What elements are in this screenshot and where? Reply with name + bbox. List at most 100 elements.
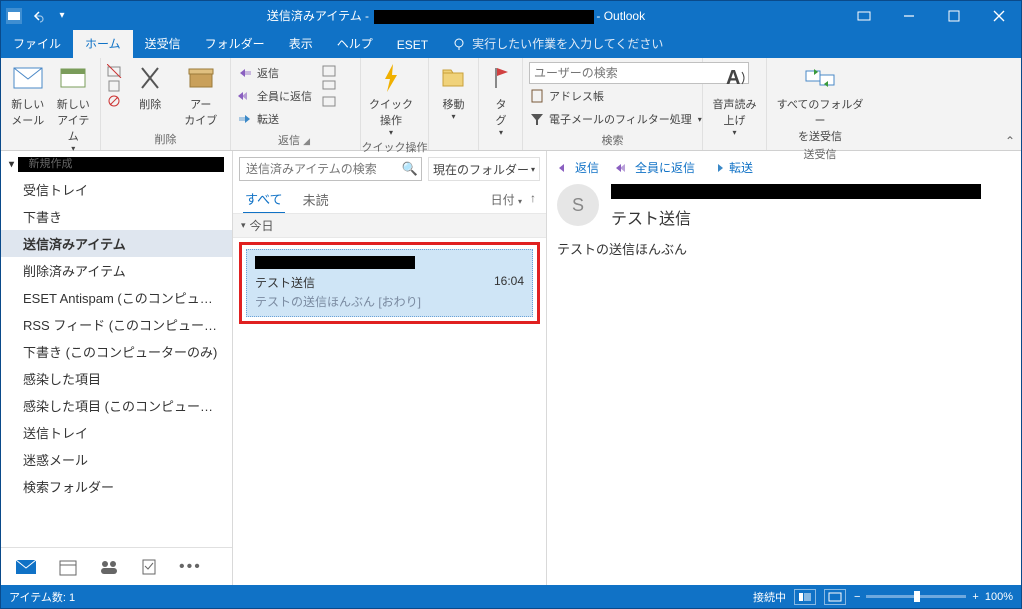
filter-unread[interactable]: 未読 [301,186,331,213]
reply-all-icon [615,162,631,174]
view-reading-icon[interactable] [824,589,846,605]
folder-item[interactable]: 受信トレイ [1,176,232,203]
zoom-control: − + 100% [854,591,1013,603]
folder-item[interactable]: ESET Antispam (このコンピュータ… [1,284,232,311]
svg-text:A: A [726,67,740,89]
cleanup-icon[interactable] [107,79,123,93]
group-tags: タ グ▾ [479,58,523,150]
zoom-in-button[interactable]: + [972,591,978,603]
ignore-icon[interactable] [107,64,123,78]
forward-button[interactable]: 転送 [237,108,312,130]
folder-item[interactable]: RSS フィード (このコンピューターのみ) [1,311,232,338]
folder-item[interactable]: 下書き [1,203,232,230]
message-search-input[interactable] [239,157,422,181]
folder-item[interactable]: 下書き (このコンピューターのみ) [1,338,232,365]
group-find-label: 検索 [523,130,702,151]
group-sendreceive: すべてのフォルダー を送受信 送受信 [767,58,873,150]
im-icon[interactable] [322,79,338,93]
tab-help[interactable]: ヘルプ [325,30,385,58]
meeting-icon[interactable] [322,64,338,78]
status-item-count: アイテム数: 1 [9,589,75,605]
archive-button[interactable]: アー カイブ [178,62,225,128]
group-move: 移動▾ [429,58,479,150]
sort-direction-icon[interactable]: ↑ [530,191,536,208]
tab-file[interactable]: ファイル [1,30,73,58]
nav-calendar-icon[interactable] [59,558,77,576]
address-book-icon [529,88,545,104]
tab-sendreceive[interactable]: 送受信 [133,30,193,58]
minimize-button[interactable] [886,1,931,30]
nav-people-icon[interactable] [99,559,119,575]
read-subject: テスト送信 [611,205,981,229]
folder-item[interactable]: 送信トレイ [1,419,232,446]
read-aloud-button[interactable]: A音声読み 上げ▾ [709,62,760,137]
nav-more-icon[interactable]: ••• [179,558,202,576]
titlebar: ▾ 送信済みアイテム - - Outlook [1,1,1021,30]
ribbon-display-button[interactable] [841,1,886,30]
search-icon[interactable]: 🔍 [402,161,418,177]
quick-action-button[interactable]: クイック 操作▾ [367,62,415,137]
folder-move-icon [438,62,470,94]
folder-item[interactable]: 感染した項目 (このコンピューターのみ) [1,392,232,419]
close-button[interactable] [976,1,1021,30]
account-redacted [374,10,594,24]
more-respond-icon[interactable] [322,94,338,108]
folder-item[interactable]: 迷惑メール [1,446,232,473]
dialog-launcher-icon[interactable]: ◢ [303,136,313,146]
group-respond: 返信 全員に返信 転送 返信 ◢ [231,58,361,150]
zoom-out-button[interactable]: − [854,591,860,603]
reply-all-button[interactable]: 全員に返信 [237,85,312,107]
folder-list: 受信トレイ下書き送信済みアイテム削除済みアイテムESET Antispam (こ… [1,176,232,547]
group-new: 新しい メール 新しい アイテム▾ 新規作成 [1,58,101,150]
tab-home[interactable]: ホーム [73,30,133,58]
group-respond-label: 返信 ◢ [231,130,360,151]
group-find: アドレス帳 電子メールのフィルター処理▾ 検索 [523,58,703,150]
folder-item[interactable]: 感染した項目 [1,365,232,392]
reply-all-icon [237,88,253,104]
group-quicksteps: クイック 操作▾ クイック操作 ◢ [361,58,429,150]
undo-icon[interactable] [29,7,47,25]
tab-eset[interactable]: ESET [385,33,440,58]
read-reply-all-button[interactable]: 全員に返信 [615,159,695,176]
folder-item[interactable]: 削除済みアイテム [1,257,232,284]
filter-all[interactable]: すべて [243,185,285,214]
statusbar: アイテム数: 1 接続中 − + 100% [1,585,1021,608]
chevron-down-icon: ▾ [241,220,246,231]
collapse-ribbon-icon[interactable]: ⌃ [1005,134,1015,148]
zoom-slider[interactable] [866,595,966,598]
qat-customize-icon[interactable]: ▾ [53,7,71,25]
read-forward-button[interactable]: 転送 [711,159,753,176]
nav-tasks-icon[interactable] [141,558,157,576]
folder-item[interactable]: 送信済みアイテム [1,230,232,257]
reply-button[interactable]: 返信 [237,62,312,84]
message-subject: テスト送信 [255,274,315,291]
group-header-today[interactable]: ▾今日 [233,213,546,238]
message-time: 16:04 [494,274,524,291]
message-item[interactable]: テスト送信16:04 テストの送信ほんぶん [おわり] [246,249,533,317]
tag-button[interactable]: タ グ▾ [485,62,517,137]
tell-me[interactable]: 実行したい作業を入力してください [440,30,675,58]
calendar-icon [57,62,89,94]
search-scope-dropdown[interactable]: 現在のフォルダー▾ [428,157,540,181]
nav-mail-icon[interactable] [15,559,37,575]
folder-item[interactable]: 検索フォルダー [1,473,232,500]
speech-icon: A [719,62,751,94]
forward-icon [237,111,253,127]
read-from-redacted [611,184,981,199]
read-body: テストの送信ほんぶん [557,239,1011,258]
send-receive-all-button[interactable]: すべてのフォルダー を送受信 [773,62,867,144]
read-reply-button[interactable]: 返信 [557,159,599,176]
junk-icon[interactable] [107,94,123,108]
view-normal-icon[interactable] [794,589,816,605]
delete-button[interactable]: 削除 [127,62,174,112]
status-connection: 接続中 [753,589,786,605]
group-delete: 削除 アー カイブ 削除 [101,58,231,150]
new-mail-button[interactable]: 新しい メール [7,62,49,128]
sort-by-dropdown[interactable]: 日付 ▾ [491,191,522,208]
new-items-button[interactable]: 新しい アイテム▾ [53,62,95,153]
maximize-button[interactable] [931,1,976,30]
tab-folder[interactable]: フォルダー [193,30,277,58]
move-button[interactable]: 移動▾ [435,62,472,121]
tab-view[interactable]: 表示 [277,30,325,58]
funnel-icon [529,111,545,127]
